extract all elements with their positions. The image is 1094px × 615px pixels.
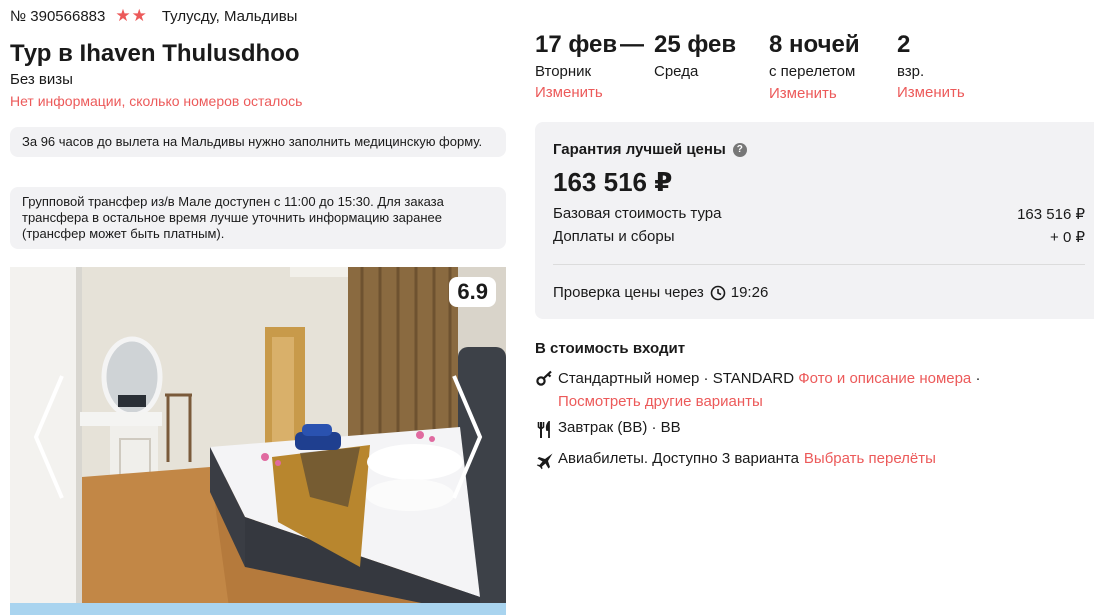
- price-panel: Гарантия лучшей цены ? 163 516 ₽ Базовая…: [535, 122, 1094, 319]
- included-title: В стоимость входит: [535, 340, 686, 357]
- included-room: Стандартный номер · STANDARD Фото и опис…: [535, 367, 1094, 413]
- room-photos-link[interactable]: Фото и описание номера: [798, 370, 971, 387]
- day-to: Среда: [654, 63, 699, 80]
- airplane-icon: [535, 450, 555, 470]
- hotel-photo-gallery[interactable]: 6.9: [10, 267, 506, 615]
- price-check-time: 19:26: [730, 284, 769, 301]
- choose-flights-link[interactable]: Выбрать перелёты: [804, 450, 936, 467]
- change-dates-link[interactable]: Изменить: [535, 84, 603, 101]
- tour-number: № 390566883: [10, 7, 106, 25]
- cutlery-icon: [535, 419, 555, 439]
- adults-count: 2: [897, 31, 911, 58]
- hotel-stars: ★★: [115, 6, 148, 25]
- medical-form-note: За 96 часов до вылета на Мальдивы нужно …: [10, 127, 506, 157]
- prev-photo-arrow-icon[interactable]: [30, 372, 70, 502]
- rating-badge: 6.9: [449, 277, 496, 307]
- visa-info: Без визы: [10, 71, 73, 88]
- price-guarantee: Гарантия лучшей цены ?: [553, 141, 747, 158]
- nights-subtitle: с перелетом: [769, 63, 856, 80]
- tour-location: Тулусду, Мальдивы: [161, 7, 298, 25]
- room-other-options-link[interactable]: Посмотреть другие варианты: [558, 393, 763, 410]
- fees-label: Доплаты и сборы: [553, 228, 675, 245]
- tour-meta: № 390566883 ★★ Тулусду, Мальдивы: [10, 6, 297, 26]
- hotel-room-photo: [10, 267, 506, 615]
- price-check-timer: Проверка цены через 19:26: [553, 284, 768, 301]
- fees-value: + 0 ₽: [1050, 229, 1085, 246]
- room-separator: ·: [975, 370, 981, 387]
- base-price-row: Базовая стоимость тура 163 516 ₽: [553, 205, 1085, 223]
- included-meal: Завтрак (BB) · BB: [535, 419, 681, 439]
- nights-count: 8 ночей: [769, 31, 860, 58]
- change-adults-link[interactable]: Изменить: [897, 84, 965, 101]
- date-dash: —: [620, 31, 644, 58]
- price-divider: [553, 264, 1085, 265]
- adults-subtitle: взр.: [897, 63, 925, 80]
- base-price-label: Базовая стоимость тура: [553, 205, 722, 222]
- rooms-availability: Нет информации, сколько номеров осталось: [10, 93, 303, 109]
- date-from: 17 фев: [535, 31, 618, 58]
- total-price: 163 516 ₽: [553, 167, 673, 197]
- day-from: Вторник: [535, 63, 592, 80]
- price-check-label: Проверка цены через: [553, 284, 704, 301]
- question-icon[interactable]: ?: [732, 142, 747, 157]
- base-price-value: 163 516 ₽: [1017, 206, 1085, 223]
- clock-icon: [710, 285, 726, 300]
- room-type: Стандартный номер · STANDARD: [558, 370, 795, 387]
- price-guarantee-label: Гарантия лучшей цены: [553, 141, 726, 158]
- key-icon: [535, 367, 555, 387]
- meal-text: Завтрак (BB) · BB: [558, 419, 681, 436]
- date-to: 25 фев: [654, 31, 737, 58]
- fees-row: Доплаты и сборы + 0 ₽: [553, 228, 1085, 246]
- page-title: Тур в Ihaven Thulusdhoo: [10, 40, 300, 67]
- next-photo-arrow-icon[interactable]: [446, 372, 486, 502]
- change-nights-link[interactable]: Изменить: [769, 85, 837, 102]
- included-flights: Авиабилеты. Доступно 3 варианта Выбрать …: [535, 450, 936, 470]
- flights-text: Авиабилеты. Доступно 3 варианта: [558, 450, 799, 467]
- room-text-wrap: Стандартный номер · STANDARD Фото и опис…: [558, 367, 980, 413]
- transfer-note: Групповой трансфер из/в Мале доступен с …: [10, 187, 506, 249]
